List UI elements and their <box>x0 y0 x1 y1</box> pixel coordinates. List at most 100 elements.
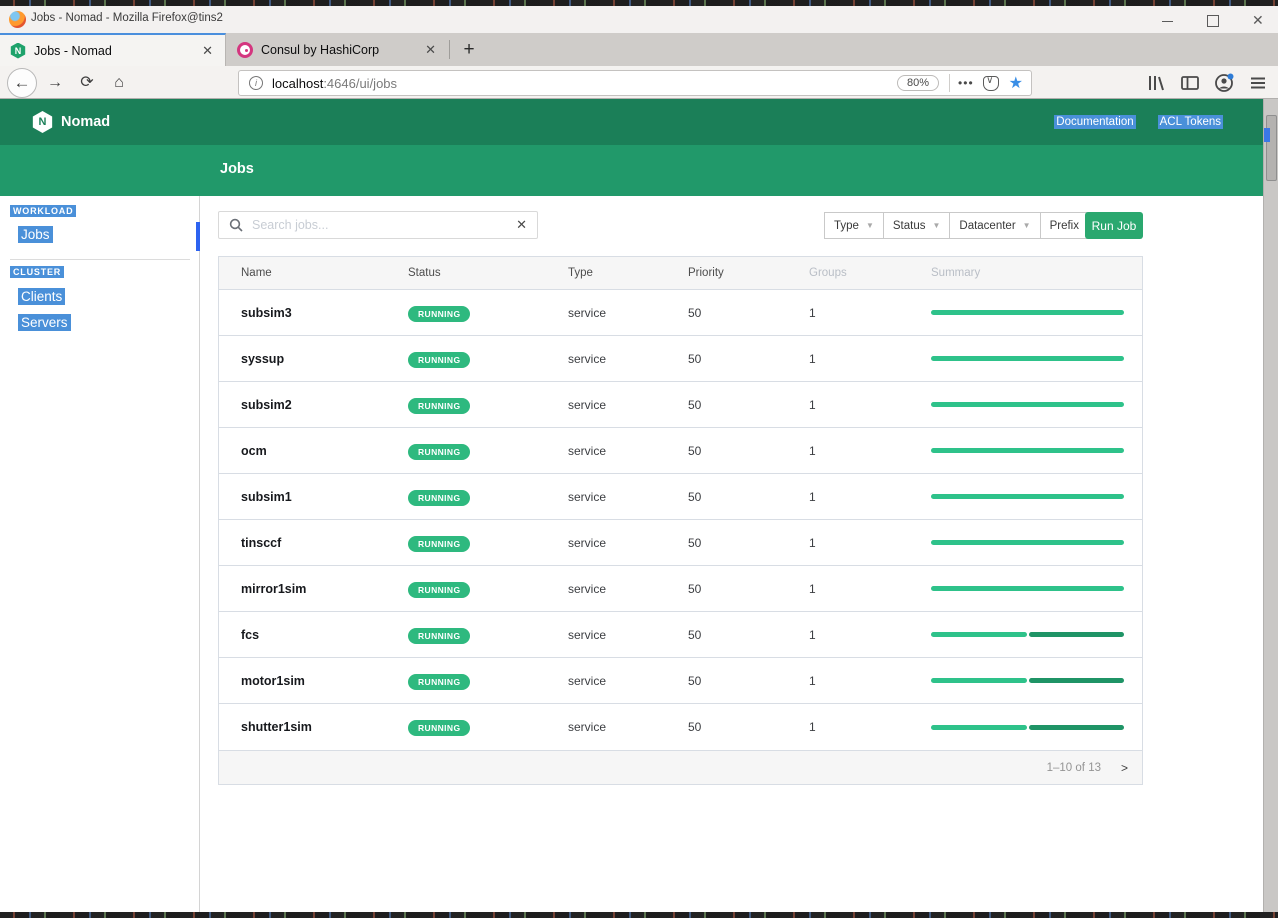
table-row[interactable]: shutter1sim RUNNING service 50 1 <box>219 704 1142 750</box>
nomad-favicon: N <box>10 43 26 59</box>
table-row[interactable]: motor1sim RUNNING service 50 1 <box>219 658 1142 704</box>
job-priority: 50 <box>688 720 809 734</box>
minimize-button[interactable] <box>1162 14 1174 26</box>
table-header: Name Status Type Priority Groups Summary <box>219 257 1142 290</box>
table-row[interactable]: ocm RUNNING service 50 1 <box>219 428 1142 474</box>
maximize-button[interactable] <box>1207 14 1219 26</box>
pagination-range: 1–10 of 13 <box>1047 762 1101 774</box>
nomad-brand[interactable]: N Nomad <box>32 111 110 133</box>
job-groups: 1 <box>809 536 931 550</box>
table-row[interactable]: subsim3 RUNNING service 50 1 <box>219 290 1142 336</box>
run-job-button[interactable]: Run Job <box>1085 212 1143 239</box>
sidebar: WORKLOAD Jobs CLUSTER Clients Servers <box>0 196 200 912</box>
acl-tokens-link[interactable]: ACL Tokens <box>1158 115 1223 129</box>
sidebar-item-clients[interactable]: Clients <box>18 288 65 305</box>
status-badge: RUNNING <box>408 720 470 736</box>
status-badge: RUNNING <box>408 352 470 368</box>
back-button[interactable]: ← <box>7 68 37 98</box>
table-row[interactable]: syssup RUNNING service 50 1 <box>219 336 1142 382</box>
job-name: tinsccf <box>241 536 408 550</box>
jobs-table: Name Status Type Priority Groups Summary… <box>218 256 1143 785</box>
filter-type[interactable]: Type▼ <box>824 212 884 239</box>
search-clear-icon[interactable]: ✕ <box>516 217 527 233</box>
site-info-icon[interactable]: i <box>249 76 263 90</box>
zoom-level-badge[interactable]: 80% <box>897 75 939 91</box>
job-name: subsim3 <box>241 306 408 320</box>
sidebar-item-servers[interactable]: Servers <box>18 314 71 331</box>
job-groups: 1 <box>809 582 931 596</box>
new-tab-button[interactable]: + <box>456 37 482 63</box>
job-type: service <box>568 720 688 734</box>
pagination-next-button[interactable]: > <box>1121 761 1128 775</box>
chevron-down-icon: ▼ <box>866 221 874 230</box>
url-text[interactable]: localhost:4646/ui/jobs <box>272 76 897 91</box>
table-row[interactable]: tinsccf RUNNING service 50 1 <box>219 520 1142 566</box>
summary-bar <box>931 725 1124 730</box>
sidebar-item-jobs[interactable]: Jobs <box>18 226 53 243</box>
table-row[interactable]: subsim1 RUNNING service 50 1 <box>219 474 1142 520</box>
job-type: service <box>568 536 688 550</box>
column-status[interactable]: Status <box>408 267 568 279</box>
summary-bar <box>931 540 1124 545</box>
summary-bar <box>931 356 1124 361</box>
column-type[interactable]: Type <box>568 267 688 279</box>
sidebar-section-workload: WORKLOAD <box>10 205 76 217</box>
job-groups: 1 <box>809 674 931 688</box>
job-priority: 50 <box>688 674 809 688</box>
job-priority: 50 <box>688 490 809 504</box>
firefox-icon <box>9 11 26 28</box>
bookmark-star-icon[interactable]: ★ <box>1009 73 1023 93</box>
status-badge: RUNNING <box>408 536 470 552</box>
job-name: subsim1 <box>241 490 408 504</box>
job-type: service <box>568 444 688 458</box>
tab-close-icon[interactable]: ✕ <box>425 42 436 58</box>
sidebar-section-cluster: CLUSTER <box>10 266 64 278</box>
column-name[interactable]: Name <box>241 267 408 279</box>
job-priority: 50 <box>688 444 809 458</box>
account-icon[interactable] <box>1214 73 1234 93</box>
status-badge: RUNNING <box>408 490 470 506</box>
page-actions-icon[interactable]: ••• <box>958 76 974 90</box>
filter-datacenter[interactable]: Datacenter▼ <box>950 212 1040 239</box>
reload-button[interactable]: ⟳ <box>74 70 100 96</box>
forward-button[interactable]: → <box>42 70 68 96</box>
job-groups: 1 <box>809 398 931 412</box>
screen: Jobs - Nomad - Mozilla Firefox@tins2 ✕ N… <box>0 0 1278 918</box>
tab-consul[interactable]: Consul by HashiCorp ✕ <box>227 33 448 66</box>
job-groups: 1 <box>809 628 931 642</box>
column-priority[interactable]: Priority <box>688 267 809 279</box>
sidebar-toggle-icon[interactable] <box>1180 73 1200 93</box>
page-title: Jobs <box>220 161 254 177</box>
job-type: service <box>568 628 688 642</box>
filter-status[interactable]: Status▼ <box>884 212 951 239</box>
documentation-link[interactable]: Documentation <box>1054 115 1135 129</box>
window-close-button[interactable]: ✕ <box>1252 14 1264 26</box>
job-groups: 1 <box>809 490 931 504</box>
job-groups: 1 <box>809 720 931 734</box>
home-button[interactable]: ⌂ <box>106 70 132 96</box>
table-row[interactable]: subsim2 RUNNING service 50 1 <box>219 382 1142 428</box>
tab-close-icon[interactable]: ✕ <box>202 43 213 59</box>
job-name: shutter1sim <box>241 720 408 734</box>
tab-jobs-nomad[interactable]: N Jobs - Nomad ✕ <box>0 33 226 66</box>
job-name: syssup <box>241 352 408 366</box>
job-name: fcs <box>241 628 408 642</box>
table-row[interactable]: mirror1sim RUNNING service 50 1 <box>219 566 1142 612</box>
scrollbar-selection-mark <box>1264 128 1270 142</box>
summary-bar <box>931 678 1124 683</box>
search-input[interactable]: Search jobs... ✕ <box>218 211 538 239</box>
scrollbar-thumb[interactable] <box>1266 115 1277 181</box>
menu-hamburger-icon[interactable] <box>1248 73 1268 93</box>
page-subnav: Jobs <box>0 145 1263 196</box>
library-icon[interactable] <box>1146 73 1166 93</box>
page-scrollbar[interactable] <box>1263 99 1278 912</box>
search-placeholder: Search jobs... <box>252 218 516 232</box>
sidebar-divider <box>10 259 190 260</box>
table-row[interactable]: fcs RUNNING service 50 1 <box>219 612 1142 658</box>
status-badge: RUNNING <box>408 398 470 414</box>
job-name: motor1sim <box>241 674 408 688</box>
consul-favicon <box>237 42 253 58</box>
status-badge: RUNNING <box>408 628 470 644</box>
url-bar[interactable]: i localhost:4646/ui/jobs 80% ••• ★ <box>238 70 1032 96</box>
pocket-icon[interactable] <box>983 76 999 91</box>
